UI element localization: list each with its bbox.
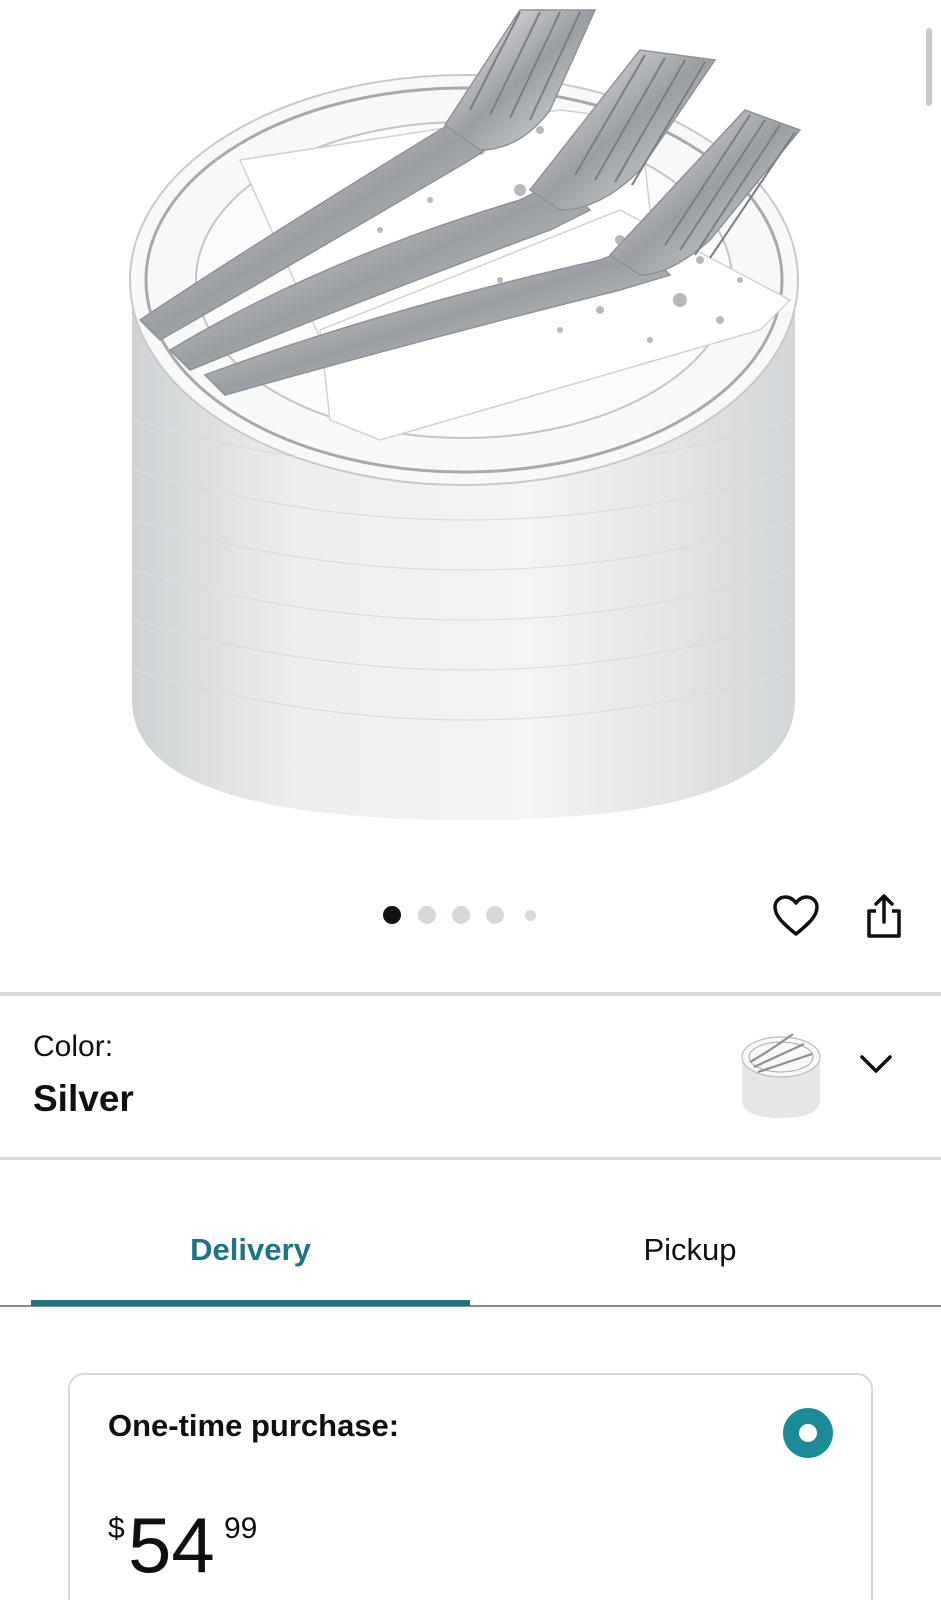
price-fraction: 99 [224,1512,258,1545]
tab-pickup[interactable]: Pickup [470,1232,910,1268]
purchase-option-title: One-time purchase: [108,1408,400,1443]
chevron-down-icon[interactable] [856,1048,896,1082]
heart-icon [773,895,819,936]
tab-delivery[interactable]: Delivery [31,1232,470,1268]
share-icon [867,894,901,938]
carousel-dot-5[interactable] [525,910,536,921]
price-whole: 54 [128,1501,215,1589]
carousel-dot-2[interactable] [418,906,436,924]
color-label: Color: [33,1030,114,1063]
carousel-dot-3[interactable] [452,906,470,924]
fulfillment-tabs: Delivery Pickup [0,1160,941,1306]
color-value: Silver [33,1078,134,1119]
product-image[interactable] [0,0,941,860]
share-button[interactable] [858,890,910,942]
price-symbol: $ [108,1512,125,1545]
wishlist-button[interactable] [770,890,822,942]
radio-dot [799,1424,817,1442]
active-tab-indicator [31,1300,470,1306]
carousel-dot-4[interactable] [486,906,504,924]
purchase-option-radio[interactable] [783,1408,833,1458]
color-swatch-thumbnail[interactable] [738,1022,824,1122]
carousel-dot-1[interactable] [383,906,401,924]
